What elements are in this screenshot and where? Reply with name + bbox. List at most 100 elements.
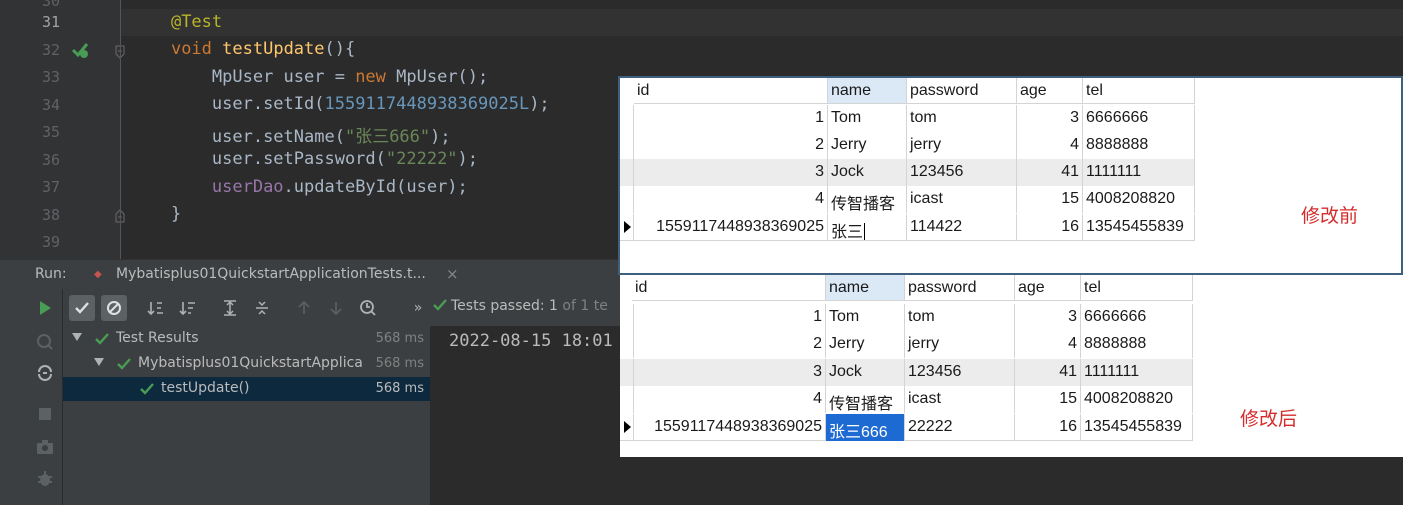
tree-node-root[interactable]: Test Results 568 ms [63,327,430,351]
previous-failed-button[interactable] [291,295,317,321]
cell-name-selected[interactable]: 张三666 [826,414,905,441]
cell-age[interactable]: 16 [1015,414,1081,441]
cell-age[interactable]: 4 [1015,331,1081,358]
cell-password[interactable]: tom [907,105,1017,132]
run-test-gutter-icon[interactable] [70,40,90,60]
column-header-id[interactable]: id [632,275,826,301]
cell-name[interactable]: Jerry [828,132,907,159]
cell-name[interactable]: 传智播客 [826,386,905,413]
cell-password[interactable]: icast [905,386,1015,413]
column-header-tel[interactable]: tel [1083,78,1195,104]
cell-name[interactable]: Tom [828,105,907,132]
cell-password[interactable]: icast [907,186,1017,213]
column-header-password[interactable]: password [905,275,1015,301]
cell-id[interactable]: 4 [632,386,826,413]
cell-id[interactable]: 1559117448938369025 [634,214,828,241]
cell-tel[interactable]: 1111111 [1083,159,1195,186]
cell-tel[interactable]: 6666666 [1081,304,1193,331]
cell-name-editing[interactable]: 张三 [828,214,907,241]
test-history-button[interactable] [355,295,381,321]
next-failed-button[interactable] [323,295,349,321]
cell-age[interactable]: 41 [1015,359,1081,386]
more-icon[interactable]: » [405,295,431,321]
camera-icon[interactable] [35,437,55,457]
table-row[interactable]: 1 Tom tom 3 6666666 [620,105,1195,132]
column-header-age[interactable]: age [1017,78,1083,104]
cell-tel[interactable]: 1111111 [1081,359,1193,386]
cell-id[interactable]: 2 [634,132,828,159]
chevron-down-icon[interactable] [72,333,82,341]
cell-tel[interactable]: 13545455839 [1083,214,1195,241]
cell-id[interactable]: 1 [634,105,828,132]
column-header-age[interactable]: age [1015,275,1081,301]
bug-icon[interactable] [35,469,55,489]
chevron-down-icon[interactable] [94,358,104,366]
cell-age[interactable]: 3 [1015,304,1081,331]
cell-age[interactable]: 15 [1017,186,1083,213]
close-icon[interactable]: × [446,265,459,283]
cell-tel[interactable]: 8888888 [1083,132,1195,159]
line-number: 38 [41,206,60,224]
table-row[interactable]: 4 传智播客 icast 15 4008208820 [620,386,1193,413]
column-header-password[interactable]: password [907,78,1017,104]
cell-name[interactable]: Jerry [826,331,905,358]
sort-alpha-button[interactable] [143,295,169,321]
cell-tel[interactable]: 4008208820 [1081,386,1193,413]
cell-password[interactable]: 22222 [905,414,1015,441]
cell-password[interactable]: 114422 [907,214,1017,241]
sort-duration-button[interactable] [175,295,201,321]
cell-age[interactable]: 15 [1015,386,1081,413]
tree-node-class[interactable]: Mybatisplus01QuickstartApplica 568 ms [63,352,430,376]
cell-id[interactable]: 1 [632,304,826,331]
console-output[interactable]: 2022-08-15 18:01 [431,326,620,505]
collapse-all-button[interactable] [249,295,275,321]
cell-tel[interactable]: 4008208820 [1083,186,1195,213]
cell-id[interactable]: 3 [632,359,826,386]
tree-node-method[interactable]: testUpdate() 568 ms [63,377,430,401]
column-header-name[interactable]: name [828,78,907,104]
table-row[interactable]: 1559117448938369025 张三 114422 16 1354545… [620,214,1195,241]
cell-age[interactable]: 16 [1017,214,1083,241]
line-number: 37 [41,178,60,196]
line-number: 31 [41,13,60,31]
table-row[interactable]: 2 Jerry jerry 4 8888888 [620,331,1193,358]
cell-password[interactable]: jerry [907,132,1017,159]
table-row[interactable]: 1 Tom tom 3 6666666 [620,304,1193,331]
show-passed-button[interactable] [69,295,95,321]
run-config-tab[interactable]: ◆ Mybatisplus01QuickstartApplicationTest… [88,260,468,290]
before-label: 修改前 [1301,206,1359,227]
rerun-failed-icon[interactable] [35,331,55,351]
cell-password[interactable]: tom [905,304,1015,331]
cell-password[interactable]: jerry [905,331,1015,358]
test-results-tree[interactable]: Test Results 568 ms Mybatisplus01Quickst… [63,326,430,505]
cell-age[interactable]: 4 [1017,132,1083,159]
cell-name[interactable]: 传智播客 [828,186,907,213]
column-header-tel[interactable]: tel [1081,275,1193,301]
cell-id[interactable]: 1559117448938369025 [632,414,826,441]
cell-name[interactable]: Tom [826,304,905,331]
table-row[interactable]: 3 Jock 123456 41 1111111 [620,159,1195,186]
stop-icon[interactable] [35,404,55,424]
cell-password[interactable]: 123456 [907,159,1017,186]
table-row[interactable]: 2 Jerry jerry 4 8888888 [620,132,1195,159]
column-header-id[interactable]: id [634,78,828,104]
show-ignored-button[interactable] [101,295,127,321]
cell-tel[interactable]: 8888888 [1081,331,1193,358]
column-header-name[interactable]: name [826,275,905,301]
cell-id[interactable]: 3 [634,159,828,186]
table-row[interactable]: 3 Jock 123456 41 1111111 [620,359,1193,386]
table-row[interactable]: 4 传智播客 icast 15 4008208820 [620,186,1195,213]
table-row[interactable]: 1559117448938369025 张三666 22222 16 13545… [620,414,1193,441]
cell-tel[interactable]: 6666666 [1083,105,1195,132]
toggle-auto-test-icon[interactable] [35,363,55,383]
cell-tel[interactable]: 13545455839 [1081,414,1193,441]
expand-all-button[interactable] [217,295,243,321]
cell-id[interactable]: 2 [632,331,826,358]
rerun-icon[interactable] [35,298,55,318]
cell-password[interactable]: 123456 [905,359,1015,386]
cell-age[interactable]: 3 [1017,105,1083,132]
cell-name[interactable]: Jock [828,159,907,186]
cell-age[interactable]: 41 [1017,159,1083,186]
cell-id[interactable]: 4 [634,186,828,213]
cell-name[interactable]: Jock [826,359,905,386]
